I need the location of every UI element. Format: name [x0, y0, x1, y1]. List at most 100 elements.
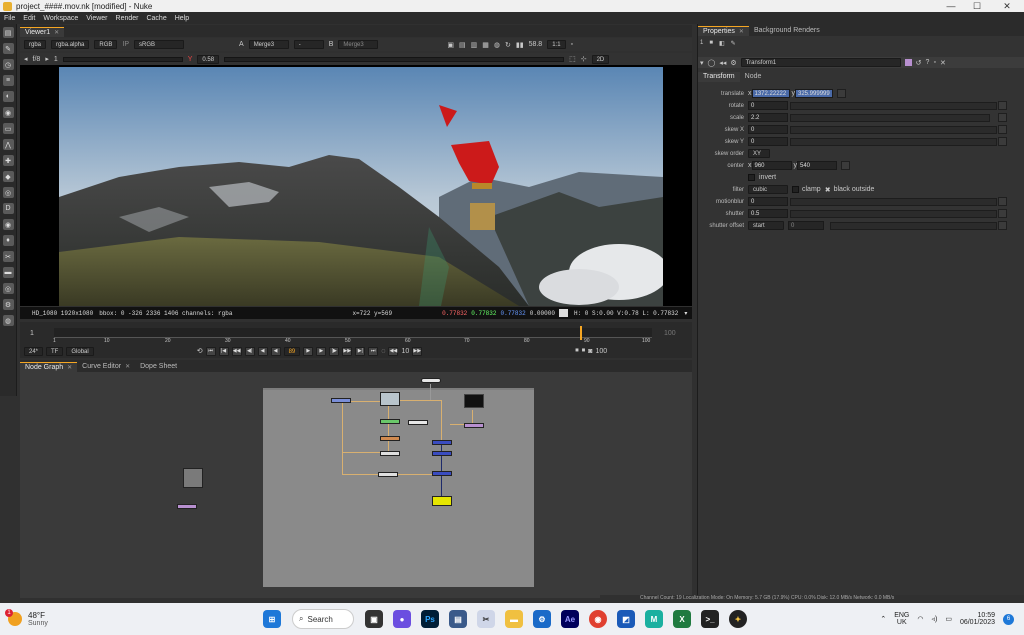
rotate-field[interactable]: 0	[748, 101, 788, 110]
write-node[interactable]	[432, 496, 452, 506]
skewy-field[interactable]: 0	[748, 137, 788, 146]
center-y-field[interactable]: 540	[797, 161, 837, 170]
frame-step[interactable]: 1	[54, 56, 58, 63]
tab-curve-editor[interactable]: Curve Editor ✕	[77, 362, 135, 372]
ip-toggle[interactable]: IP	[122, 41, 129, 48]
shutter-offset-field[interactable]: 0	[788, 221, 824, 230]
help-icon[interactable]: ?	[926, 59, 930, 66]
playhead[interactable]	[580, 326, 582, 340]
translate-x-field[interactable]: 1372.22222	[751, 89, 790, 98]
merge-node-icon[interactable]: ⋀	[2, 139, 14, 150]
merge-node-3[interactable]	[432, 471, 452, 476]
color-node-icon[interactable]: ◐	[2, 91, 14, 102]
invert-checkbox[interactable]	[748, 174, 755, 181]
black-outside-checkbox[interactable]: ✖	[825, 186, 831, 194]
node-color-icon[interactable]	[904, 59, 912, 66]
lock-panel-icon[interactable]: ■	[709, 40, 713, 47]
views-node-icon[interactable]: ◎	[2, 187, 14, 198]
view-node-icon[interactable]: ◂◂	[719, 59, 726, 67]
motionblur-field[interactable]: 0	[748, 197, 788, 206]
maya-icon[interactable]: M	[645, 610, 663, 628]
translate-anim-icon[interactable]	[837, 89, 846, 98]
zoom-value[interactable]: 58.8	[529, 41, 543, 48]
volume-icon[interactable]: ◃)	[931, 615, 937, 623]
node-green[interactable]	[380, 419, 400, 424]
expand-node-icon[interactable]: ▾	[700, 59, 704, 67]
next-key-button[interactable]: ▶▶	[342, 346, 353, 356]
tab-node-graph[interactable]: Node Graph ✕	[20, 362, 78, 372]
skewx-anim-icon[interactable]	[998, 125, 1007, 134]
node-white-2[interactable]	[378, 472, 398, 477]
center-x-field[interactable]: 960	[751, 161, 792, 170]
refresh-icon[interactable]: ↻	[505, 41, 511, 49]
filter-dropdown[interactable]: cubic	[748, 185, 788, 194]
shutter-offset-anim-icon[interactable]	[998, 221, 1007, 230]
skewy-anim-icon[interactable]	[998, 137, 1007, 146]
gamma-slider[interactable]	[224, 56, 565, 62]
keyer-node-icon[interactable]: ▭	[2, 123, 14, 134]
read-node-3[interactable]	[183, 468, 203, 488]
play-backward-button[interactable]: ◀	[270, 346, 281, 356]
draw-node-icon[interactable]: ✎	[2, 43, 14, 54]
step-forward-button[interactable]: ▶▶	[412, 346, 423, 356]
language-indicator[interactable]: ENG UK	[894, 612, 909, 626]
channel-node-icon[interactable]: ≡	[2, 75, 14, 86]
close-tab-icon[interactable]: ✕	[125, 364, 130, 370]
tab-background-renders[interactable]: Background Renders	[749, 26, 825, 36]
current-frame[interactable]: 89	[283, 346, 301, 356]
maximize-button[interactable]: ☐	[962, 0, 992, 12]
revert-icon[interactable]: ↺	[916, 59, 922, 67]
in-point-button[interactable]: ⏮	[205, 346, 216, 356]
out-frame[interactable]: 100	[595, 348, 607, 355]
viewer-image[interactable]	[59, 67, 663, 306]
furnace-node-icon[interactable]: ▬	[2, 267, 14, 278]
clear-panel-icon[interactable]: ✎	[731, 40, 736, 47]
out-point-button[interactable]: ⏭	[368, 346, 379, 356]
time-node-icon[interactable]: ◷	[2, 59, 14, 70]
tab-viewer1[interactable]: Viewer1 ✕	[20, 27, 65, 37]
battery-icon[interactable]: ▭	[945, 615, 952, 623]
props-count[interactable]: 1	[700, 40, 703, 47]
play-forward-button[interactable]: ▶	[303, 346, 314, 356]
clamp-checkbox[interactable]	[792, 186, 799, 193]
audio-icon[interactable]: ◙	[588, 348, 592, 355]
metadata-node-icon[interactable]: D	[2, 203, 14, 214]
photos-icon[interactable]: ◩	[617, 610, 635, 628]
terminal-icon[interactable]: >_	[701, 610, 719, 628]
menu-help[interactable]: Help	[171, 15, 193, 22]
lut-icon[interactable]: ▦	[482, 41, 489, 49]
weather-widget[interactable]: 1 48°F Sunny	[5, 609, 98, 627]
close-tab-icon[interactable]: ✕	[67, 365, 72, 371]
input-a-dropdown[interactable]: Merge3	[248, 40, 289, 49]
node-name-field[interactable]: Transform1	[740, 58, 901, 67]
tray-chevron-icon[interactable]: ⌃	[880, 615, 886, 623]
globe-node-icon[interactable]: ◍	[2, 315, 14, 326]
notification-badge[interactable]: 6	[1003, 613, 1014, 625]
fstop-right-icon[interactable]: ▸	[45, 55, 49, 63]
sync-icon[interactable]: ◌	[381, 348, 385, 355]
timeline-start[interactable]: 1	[30, 330, 34, 337]
after-effects-icon[interactable]: Ae	[561, 610, 579, 628]
clipping-icon[interactable]: ▤	[459, 41, 466, 49]
particles-node-icon[interactable]: ♦	[2, 235, 14, 246]
composite-dropdown[interactable]: -	[293, 40, 324, 49]
node-blue-top[interactable]	[331, 398, 351, 403]
fstop-left-icon[interactable]: ◂	[24, 55, 28, 63]
search-box[interactable]: ⌕ Search	[292, 609, 354, 629]
prev-step-button[interactable]: ◀|	[244, 346, 255, 356]
next-frame-button[interactable]: ▶	[316, 346, 327, 356]
viewer-settings-icon[interactable]: ▫	[571, 41, 573, 48]
skewy-slider[interactable]	[790, 137, 997, 146]
next-step-button[interactable]: |▶	[329, 346, 340, 356]
range-out-icon[interactable]: ⏹	[582, 347, 586, 355]
fps-dropdown[interactable]: 24*	[24, 346, 44, 356]
photoshop-icon[interactable]: Ps	[421, 610, 439, 628]
menu-cache[interactable]: Cache	[142, 15, 170, 22]
settings-icon[interactable]: ⚙	[533, 610, 551, 628]
task-view-icon[interactable]: ▣	[365, 610, 383, 628]
maximize-node-icon[interactable]: ▫	[933, 59, 935, 66]
excel-icon[interactable]: X	[673, 610, 691, 628]
menu-viewer[interactable]: Viewer	[82, 15, 111, 22]
toolsets-node-icon[interactable]: ◉	[2, 219, 14, 230]
center-anim-icon[interactable]	[841, 161, 850, 170]
